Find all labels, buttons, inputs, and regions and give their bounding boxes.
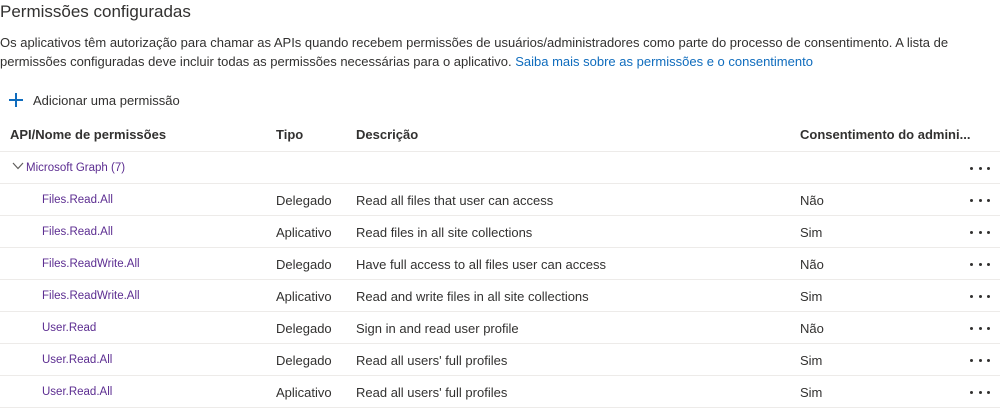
more-options-icon[interactable] — [970, 382, 990, 402]
group-label: Microsoft Graph (7) — [26, 162, 126, 174]
table-row: Files.ReadWrite.All Aplicativo Read and wr… — [0, 280, 1000, 312]
plus-icon — [8, 92, 24, 108]
permission-description: Read files in all site collections — [356, 225, 533, 240]
permission-type: Aplicativo — [276, 225, 332, 240]
admin-consent-status: Sim — [800, 353, 823, 368]
admin-consent-status: Não — [800, 193, 824, 208]
permission-type: Delegado — [276, 193, 332, 208]
permission-description: Read all users' full profiles — [356, 385, 508, 400]
more-options-icon[interactable] — [970, 350, 990, 370]
permission-description: Have full access to all files user can a… — [356, 257, 606, 272]
admin-consent-status: Sim — [800, 385, 823, 400]
permission-name-link[interactable]: User.Read.All — [42, 386, 112, 398]
admin-consent-status: Não — [800, 257, 824, 272]
permission-type: Aplicativo — [276, 385, 332, 400]
permission-name-link[interactable]: Files.Read.All — [42, 226, 113, 238]
column-header-type[interactable]: Tipo — [276, 127, 303, 142]
permission-name-link[interactable]: Files.ReadWrite.All — [42, 258, 140, 270]
permission-name-link[interactable]: User.Read — [42, 322, 96, 334]
more-options-icon[interactable] — [970, 318, 990, 338]
permission-name-link[interactable]: User.Read.All — [42, 354, 112, 366]
section-title: Permissões configuradas — [0, 2, 191, 21]
permission-type: Delegado — [276, 257, 332, 272]
permission-type: Delegado — [276, 321, 332, 336]
table-row: Files.ReadWrite.All Delegado Have full acc… — [0, 248, 1000, 280]
admin-consent-status: Sim — [800, 289, 823, 304]
section-description: Os aplicativos têm autorização para cham… — [0, 33, 1000, 71]
permission-description: Read all users' full profiles — [356, 353, 508, 368]
more-options-icon[interactable] — [970, 254, 990, 274]
table-row: User.Read.All Aplicativo Read all users' f… — [0, 376, 1000, 408]
permission-description: Sign in and read user profile — [356, 321, 519, 336]
more-options-icon[interactable] — [970, 222, 990, 242]
permission-name-link[interactable]: Files.Read.All — [42, 194, 113, 206]
column-header-admin-consent[interactable]: Consentimento do admini... — [800, 127, 970, 142]
more-options-icon[interactable] — [970, 286, 990, 306]
chevron-down-icon[interactable] — [12, 162, 24, 170]
permissions-table: API/Nome de permissões Tipo Descrição Co… — [0, 118, 1000, 408]
more-options-icon[interactable] — [970, 190, 990, 210]
table-row: Files.Read.All Aplicativo Read files in al… — [0, 216, 1000, 248]
table-header: API/Nome de permissões Tipo Descrição Co… — [0, 118, 1000, 152]
permission-description: Read and write files in all site collect… — [356, 289, 589, 304]
group-row-microsoft-graph[interactable]: Microsoft Graph (7) — [0, 152, 1000, 184]
table-row: User.Read.All Delegado Read all users' ful… — [0, 344, 1000, 376]
column-header-description[interactable]: Descrição — [356, 127, 418, 142]
permission-name-link[interactable]: Files.ReadWrite.All — [42, 290, 140, 302]
more-options-icon[interactable] — [970, 158, 990, 178]
admin-consent-status: Sim — [800, 225, 823, 240]
admin-consent-status: Não — [800, 321, 824, 336]
permission-description: Read all files that user can access — [356, 193, 554, 208]
learn-more-link[interactable]: Saiba mais sobre as permissões e o conse… — [515, 54, 813, 69]
add-permission-label: Adicionar uma permissão — [33, 92, 180, 108]
add-permission-button[interactable]: Adicionar uma permissão — [8, 90, 180, 110]
column-header-api[interactable]: API/Nome de permissões — [10, 127, 166, 142]
permission-type: Aplicativo — [276, 289, 332, 304]
permission-type: Delegado — [276, 353, 332, 368]
table-row: User.Read Delegado Sign in and read user p… — [0, 312, 1000, 344]
table-row: Files.Read.All Delegado Read all files tha… — [0, 184, 1000, 216]
